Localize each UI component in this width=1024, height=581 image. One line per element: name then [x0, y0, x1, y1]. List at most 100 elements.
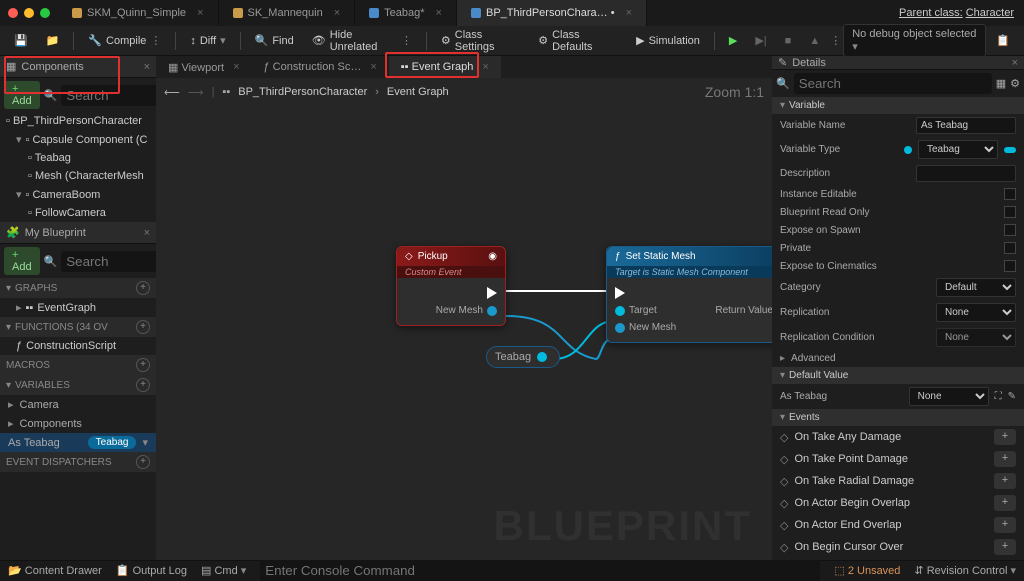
- exec-in-pin[interactable]: [615, 287, 625, 299]
- cmd-button[interactable]: ▤ Cmd ▾: [201, 564, 246, 577]
- exec-out-pin[interactable]: [487, 287, 497, 299]
- add-event-button[interactable]: +: [994, 451, 1016, 467]
- add-event-button[interactable]: +: [994, 495, 1016, 511]
- play-button[interactable]: ▶: [721, 30, 745, 51]
- output-pin[interactable]: [537, 352, 547, 362]
- top-tab[interactable]: BP_ThirdPersonChara… • ×: [457, 0, 647, 26]
- close-icon[interactable]: ×: [144, 227, 150, 239]
- add-event-button[interactable]: +: [994, 429, 1016, 445]
- macros-section[interactable]: MACROS+: [0, 355, 156, 375]
- output-log-button[interactable]: 📋 Output Log: [116, 564, 187, 577]
- component-tree-item[interactable]: ▫ Teabag: [0, 149, 156, 167]
- revision-control-button[interactable]: ⇵ Revision Control ▾: [914, 564, 1016, 577]
- hide-unrelated-button[interactable]: 👁 Hide Unrelated ⋮: [304, 25, 420, 57]
- dispatchers-section[interactable]: EVENT DISPATCHERS+: [0, 452, 156, 472]
- variable-as-teabag[interactable]: As Teabag Teabag ▾: [0, 433, 156, 452]
- class-defaults-button[interactable]: ⚙ Class Defaults: [530, 25, 626, 57]
- expand-icon[interactable]: ⛶: [995, 391, 1002, 402]
- private-checkbox[interactable]: [1004, 242, 1016, 254]
- class-settings-button[interactable]: ⚙ Class Settings: [433, 25, 528, 57]
- top-tab[interactable]: SKM_Quinn_Simple ×: [58, 0, 219, 26]
- close-icon[interactable]: ×: [1012, 57, 1018, 69]
- variable-item[interactable]: ▸ Components: [0, 414, 156, 433]
- subtab[interactable]: ▦ Viewport ×: [156, 56, 252, 78]
- debug-object-select[interactable]: No debug object selected ▾: [843, 24, 986, 57]
- simulation-button[interactable]: ▶ Simulation: [628, 30, 708, 51]
- node-set-static-mesh[interactable]: ƒSet Static Mesh Target is Static Mesh C…: [606, 246, 772, 343]
- unsaved-status[interactable]: ⬚ 2 Unsaved: [834, 564, 900, 577]
- subtab[interactable]: ▪▪ Event Graph ×: [389, 56, 501, 78]
- component-tree-item[interactable]: ▾ ▫ CameraBoom: [0, 185, 156, 204]
- subtab[interactable]: ƒ Construction Sc… ×: [252, 56, 389, 78]
- section-default-value[interactable]: ▾Default Value: [772, 367, 1024, 384]
- construction-script-item[interactable]: ƒ ConstructionScript: [0, 337, 156, 355]
- container-type-icon[interactable]: [1004, 147, 1016, 153]
- variable-type-label: Variable Type: [780, 144, 898, 155]
- top-tab[interactable]: SK_Mannequin ×: [219, 0, 356, 26]
- add-event-button[interactable]: +: [994, 539, 1016, 555]
- component-tree-item[interactable]: ▫ FollowCamera: [0, 204, 156, 222]
- add-event-button[interactable]: +: [994, 517, 1016, 533]
- add-function-button[interactable]: +: [136, 320, 150, 334]
- eject-button[interactable]: ▲: [801, 31, 828, 51]
- skip-button[interactable]: ▶|: [747, 30, 774, 51]
- description-input[interactable]: [916, 165, 1016, 182]
- replication-select[interactable]: None: [936, 303, 1016, 322]
- expose-spawn-checkbox[interactable]: [1004, 224, 1016, 236]
- nav-back-icon[interactable]: ⟵: [164, 86, 180, 99]
- picker-icon[interactable]: ✎: [1008, 391, 1016, 402]
- minimize-window[interactable]: [24, 8, 34, 18]
- content-drawer-button[interactable]: 📂 Content Drawer: [8, 564, 102, 577]
- add-dispatcher-button[interactable]: +: [136, 455, 150, 469]
- node-pickup[interactable]: ◇Pickup◉ Custom Event New Mesh: [396, 246, 506, 326]
- functions-section[interactable]: ▾FUNCTIONS (34 OV+: [0, 317, 156, 337]
- advanced-toggle[interactable]: ▸Advanced: [772, 350, 1024, 367]
- instance-editable-checkbox[interactable]: [1004, 188, 1016, 200]
- default-value-select[interactable]: None: [909, 387, 989, 406]
- close-icon[interactable]: ×: [144, 61, 150, 73]
- add-event-button[interactable]: +: [994, 473, 1016, 489]
- section-variable[interactable]: ▾Variable: [772, 97, 1024, 114]
- graphs-section[interactable]: ▾GRAPHS+: [0, 278, 156, 298]
- find-button[interactable]: 🔍Find: [247, 30, 302, 51]
- variable-name-input[interactable]: [916, 117, 1016, 134]
- close-window[interactable]: [8, 8, 18, 18]
- event-row: ◇On Take Point Damage+: [772, 448, 1024, 470]
- bp-readonly-checkbox[interactable]: [1004, 206, 1016, 218]
- new-mesh-in-pin[interactable]: [615, 323, 625, 333]
- breadcrumb-root[interactable]: BP_ThirdPersonCharacter: [238, 86, 367, 98]
- grid-icon[interactable]: ▦: [996, 77, 1006, 90]
- maximize-window[interactable]: [40, 8, 50, 18]
- top-tab[interactable]: Teabag* ×: [355, 0, 457, 26]
- console-command-input[interactable]: [260, 560, 820, 581]
- add-graph-button[interactable]: +: [136, 281, 150, 295]
- expose-cine-checkbox[interactable]: [1004, 260, 1016, 272]
- node-teabag-variable[interactable]: Teabag: [486, 346, 560, 368]
- debug-filter-icon[interactable]: 📋: [988, 30, 1018, 51]
- add-macro-button[interactable]: +: [136, 358, 150, 372]
- nav-fwd-icon[interactable]: ⟶: [188, 86, 204, 99]
- add-blueprint-button[interactable]: Add: [4, 247, 40, 275]
- gear-icon[interactable]: ⚙: [1010, 77, 1020, 90]
- compile-button[interactable]: 🔧Compile ⋮: [80, 30, 169, 51]
- save-icon[interactable]: 💾: [6, 30, 36, 51]
- add-component-button[interactable]: Add: [4, 81, 40, 109]
- section-events[interactable]: ▾Events: [772, 409, 1024, 426]
- component-tree-item[interactable]: ▾ ▫ Capsule Component (C: [0, 130, 156, 149]
- component-tree-item[interactable]: ▫ Mesh (CharacterMesh: [0, 167, 156, 185]
- variable-type-select[interactable]: Teabag: [918, 140, 998, 159]
- parent-class-link[interactable]: Character: [966, 7, 1014, 19]
- variable-item[interactable]: ▸ Camera: [0, 395, 156, 414]
- diff-button[interactable]: ↕ Diff ▾: [182, 30, 233, 51]
- component-tree-item[interactable]: ▫ BP_ThirdPersonCharacter: [0, 112, 156, 130]
- stop-button[interactable]: ■: [777, 31, 800, 51]
- event-graph-canvas[interactable]: ◇Pickup◉ Custom Event New Mesh ƒSet Stat…: [156, 106, 772, 560]
- target-pin[interactable]: [615, 306, 625, 316]
- new-mesh-out-pin[interactable]: [487, 306, 497, 316]
- browse-icon[interactable]: 📁: [38, 30, 68, 51]
- event-graph-item[interactable]: ▸ ▪▪ EventGraph: [0, 298, 156, 317]
- variables-section[interactable]: ▾VARIABLES+: [0, 375, 156, 395]
- details-search-input[interactable]: [794, 73, 992, 94]
- category-select[interactable]: Default: [936, 278, 1016, 297]
- add-variable-button[interactable]: +: [136, 378, 150, 392]
